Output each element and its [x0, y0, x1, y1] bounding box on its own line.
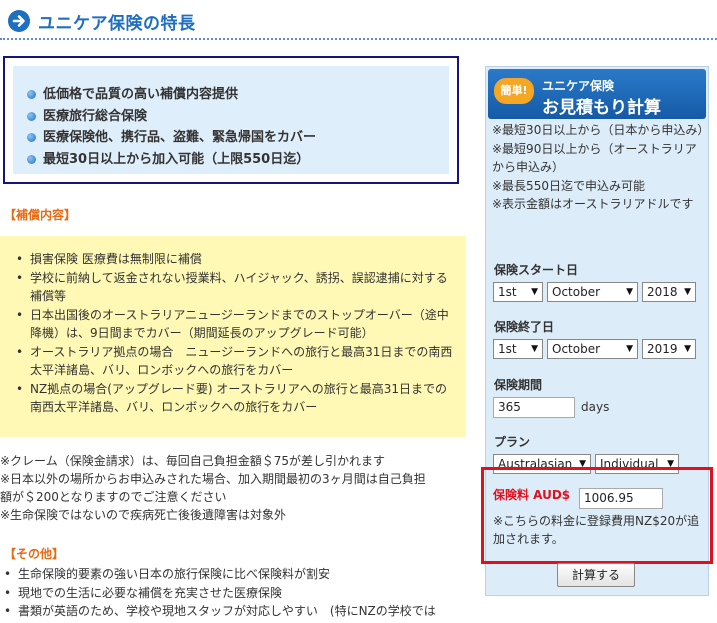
other-item: 書類が英語のため、学校や現地スタッフが対応しやすい (特にNZの学校では — [4, 602, 488, 621]
features-inner: 低価格で品質の高い補償内容提供 医療旅行総合保険 医療保険他、携行品、盗難、緊急… — [13, 66, 449, 174]
banner-title: お見積もり計算 — [542, 98, 661, 118]
note-line: ※日本以外の場所からお申込みされた場合、加入期間最初の3ヶ月間は自己負担 — [0, 472, 426, 486]
section-header: ユニケア保険の特長 — [0, 0, 717, 44]
start-month-select[interactable]: October ▼ — [547, 282, 638, 302]
quote-note: ※最短30日以上から（日本から申込み） — [492, 123, 710, 137]
other-item: 生命保険的要素の強い日本の旅行保険に比べ保険料が割安 — [4, 565, 488, 584]
start-day-select[interactable]: 1st ▼ — [493, 282, 543, 302]
quote-notes: ※最短30日以上から（日本から申込み） ※最短90日以上から（オーストラリアから… — [492, 121, 710, 214]
chevron-down-icon: ▼ — [626, 344, 633, 354]
coverage-box: 損害保険 医療費は無制限に補償 学校に前納して返金されない授業料、ハイジャック、… — [0, 236, 466, 437]
note-line: 額が＄200となりますのでご注意ください — [0, 490, 227, 504]
easy-badge: 簡単! — [494, 78, 534, 104]
end-day-select[interactable]: 1st ▼ — [493, 339, 543, 359]
coverage-heading: 【補償内容】 — [4, 208, 77, 222]
feature-item: 低価格で品質の高い補償内容提供 — [27, 84, 449, 106]
coverage-item: NZ拠点の場合(アップグレード要) オーストラリアへの旅行と最高31日までの南西… — [16, 380, 466, 417]
premium-result-box: 保険料 AUD$ 1006.95 ※こちらの料金に登録費用NZ$20が追加されま… — [481, 467, 713, 564]
period-input[interactable]: 365 — [493, 397, 575, 418]
coverage-item: オーストラリア拠点の場合 ニュージーランドへの旅行と最高31日までの南西太平洋諸… — [16, 343, 466, 380]
quote-note: ※最長550日迄で申込み可能 — [492, 178, 645, 193]
chevron-down-icon: ▼ — [684, 287, 691, 297]
header-divider — [0, 38, 717, 40]
feature-item: 医療保険他、携行品、盗難、緊急帰国をカバー — [27, 127, 449, 149]
premium-note: ※こちらの料金に登録費用NZ$20が追加されます。 — [493, 514, 700, 546]
coverage-item: 損害保険 医療費は無制限に補償 — [16, 250, 466, 269]
feature-item: 最短30日以上から加入可能（上限550日迄） — [27, 149, 449, 171]
quote-banner: 簡単! ユニケア保険 お見積もり計算 — [488, 69, 706, 119]
quote-note: ※表示金額はオーストラリアドルです — [492, 197, 694, 211]
bullet-icon — [27, 133, 36, 142]
banner-subtitle: ユニケア保険 — [542, 79, 615, 93]
note-line: ※クレーム（保険金請求）は、毎回自己負担金額＄75が差し引かれます — [0, 454, 385, 468]
claim-notes: ※クレーム（保険金請求）は、毎回自己負担金額＄75が差し引かれます ※日本以外の… — [0, 452, 470, 524]
premium-output[interactable]: 1006.95 — [579, 488, 663, 509]
start-year-select[interactable]: 2018 ▼ — [642, 282, 696, 302]
quote-note: ※最短90日以上から（オーストラリアから申込み） — [492, 141, 697, 175]
other-heading: 【その他】 — [4, 547, 65, 561]
bullet-icon — [27, 111, 36, 121]
arrow-right-icon — [8, 10, 30, 32]
end-date-label: 保険終了日 — [494, 320, 555, 334]
coverage-list: 損害保険 医療費は無制限に補償 学校に前納して返金されない授業料、ハイジャック、… — [0, 236, 466, 417]
bullet-icon — [27, 154, 36, 164]
period-label: 保険期間 — [494, 378, 543, 392]
calculate-button[interactable]: 計算する — [557, 563, 635, 587]
other-list: 生命保険的要素の強い日本の旅行保険に比べ保険料が割安 現地での生活に必要な補償を… — [0, 565, 488, 621]
bullet-icon — [27, 90, 36, 99]
start-date-label: 保険スタート日 — [494, 263, 579, 277]
chevron-down-icon: ▼ — [531, 287, 538, 297]
feature-item: 医療旅行総合保険 — [27, 106, 449, 128]
chevron-down-icon: ▼ — [684, 344, 691, 354]
coverage-item: 学校に前納して返金されない授業料、ハイジャック、誘拐、誤認逮捕に対する補償等 — [16, 269, 466, 306]
features-box: 低価格で品質の高い補償内容提供 医療旅行総合保険 医療保険他、携行品、盗難、緊急… — [3, 56, 459, 184]
other-item: 現地での生活に必要な補償を充実させた医療保険 — [4, 584, 488, 603]
premium-label: 保険料 AUD$ — [493, 488, 571, 502]
note-line: ※生命保険ではないので疾病死亡後後遺障害は対象外 — [0, 508, 287, 522]
chevron-down-icon: ▼ — [531, 344, 538, 354]
page-title: ユニケア保険の特長 — [38, 14, 196, 34]
end-month-select[interactable]: October ▼ — [547, 339, 638, 359]
features-list: 低価格で品質の高い補償内容提供 医療旅行総合保険 医療保険他、携行品、盗難、緊急… — [13, 66, 449, 170]
end-year-select[interactable]: 2019 ▼ — [642, 339, 696, 359]
period-unit: days — [581, 400, 610, 414]
coverage-item: 日本出国後のオーストラリアニュージーランドまでのストップオーバー（途中降機）は、… — [16, 306, 466, 343]
chevron-down-icon: ▼ — [626, 287, 633, 297]
plan-label: プラン — [494, 435, 531, 449]
